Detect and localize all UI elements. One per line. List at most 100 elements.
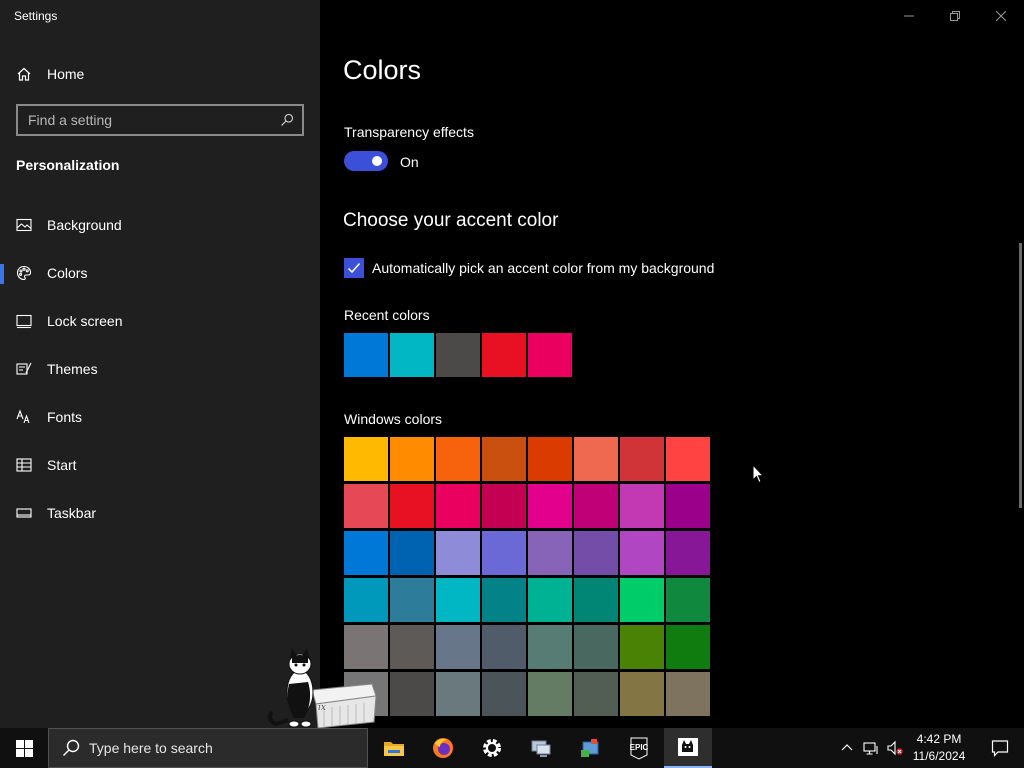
windows-color-swatch[interactable] [666, 625, 710, 669]
search-icon [63, 739, 80, 756]
windows-color-swatch[interactable] [390, 531, 434, 575]
network-status-button[interactable] [861, 728, 881, 768]
windows-color-swatch[interactable] [344, 578, 388, 622]
windows-color-swatch[interactable] [666, 672, 710, 716]
windows-color-swatch[interactable] [666, 437, 710, 481]
windows-color-swatch[interactable] [528, 531, 572, 575]
recent-color-swatch[interactable] [390, 333, 434, 377]
sidebar-item-lock-screen[interactable]: Lock screen [0, 303, 320, 339]
taskbar-app-control-panel[interactable] [566, 728, 614, 768]
windows-color-swatch[interactable] [436, 578, 480, 622]
recent-colors [344, 333, 572, 377]
picture-icon [16, 217, 32, 233]
sidebar-item-label: Themes [47, 361, 98, 377]
show-hidden-icons-button[interactable] [838, 728, 856, 768]
sidebar-item-fonts[interactable]: Fonts [0, 399, 320, 435]
windows-color-swatch[interactable] [528, 578, 572, 622]
windows-color-swatch[interactable] [620, 672, 664, 716]
windows-color-swatch[interactable] [436, 625, 480, 669]
sidebar-item-label: Lock screen [47, 313, 123, 329]
windows-color-swatch[interactable] [482, 437, 526, 481]
windows-color-swatch[interactable] [390, 437, 434, 481]
windows-color-swatch[interactable] [390, 578, 434, 622]
windows-color-swatch[interactable] [390, 625, 434, 669]
windows-color-swatch[interactable] [666, 578, 710, 622]
recent-color-swatch[interactable] [482, 333, 526, 377]
windows-color-swatch[interactable] [482, 531, 526, 575]
start-menu-icon [16, 457, 32, 473]
start-button[interactable] [0, 728, 48, 768]
windows-color-swatch[interactable] [482, 578, 526, 622]
windows-color-swatch[interactable] [436, 437, 480, 481]
windows-color-swatch[interactable] [528, 437, 572, 481]
windows-color-swatch[interactable] [390, 672, 434, 716]
search-icon[interactable] [280, 113, 294, 127]
recent-color-swatch[interactable] [344, 333, 388, 377]
windows-color-swatch[interactable] [620, 437, 664, 481]
minimize-button[interactable] [886, 0, 932, 32]
windows-color-swatch[interactable] [574, 625, 618, 669]
action-center-button[interactable] [976, 728, 1024, 768]
taskbar-app-settings[interactable] [468, 728, 516, 768]
windows-color-swatch[interactable] [344, 484, 388, 528]
windows-color-swatch[interactable] [574, 484, 618, 528]
windows-color-swatch[interactable] [528, 484, 572, 528]
auto-accent-checkbox[interactable] [344, 258, 364, 278]
windows-color-swatch[interactable] [620, 531, 664, 575]
sidebar-item-label: Taskbar [47, 505, 97, 521]
windows-color-swatch[interactable] [528, 672, 572, 716]
taskbar-app-file-explorer[interactable] [370, 728, 418, 768]
windows-color-swatch[interactable] [482, 672, 526, 716]
windows-color-swatch[interactable] [574, 578, 618, 622]
sidebar-item-themes[interactable]: Themes [0, 351, 320, 387]
recent-color-swatch[interactable] [528, 333, 572, 377]
windows-color-swatch[interactable] [620, 625, 664, 669]
windows-color-swatch[interactable] [482, 484, 526, 528]
sidebar-item-background[interactable]: Background [0, 207, 320, 243]
transparency-toggle[interactable] [344, 151, 388, 171]
sidebar-item-label: Fonts [47, 409, 83, 425]
windows-color-swatch[interactable] [528, 625, 572, 669]
windows-color-swatch[interactable] [574, 672, 618, 716]
taskbar-app-network-pc[interactable] [517, 728, 565, 768]
home-link[interactable]: Home [16, 63, 84, 85]
sidebar-item-start[interactable]: Start [0, 447, 320, 483]
windows-color-swatch[interactable] [574, 437, 618, 481]
sidebar-item-colors[interactable]: Colors [0, 255, 320, 291]
network-pc-icon [531, 740, 551, 757]
windows-color-swatch[interactable] [620, 484, 664, 528]
windows-color-swatch[interactable] [436, 484, 480, 528]
settings-search-box[interactable] [16, 104, 304, 136]
settings-search-input[interactable] [28, 112, 280, 128]
taskbar-clock[interactable]: 4:42 PM 11/6/2024 [905, 731, 973, 765]
chevron-up-icon [841, 744, 853, 751]
recent-color-swatch[interactable] [436, 333, 480, 377]
windows-color-swatch[interactable] [666, 531, 710, 575]
windows-color-swatch[interactable] [666, 484, 710, 528]
windows-color-swatch[interactable] [390, 484, 434, 528]
epic-games-label: EPIC [629, 743, 649, 752]
taskbar-app-desktop-pet[interactable] [664, 728, 712, 768]
windows-color-swatch[interactable] [344, 437, 388, 481]
taskbar-search-box[interactable]: Type here to search [48, 728, 368, 768]
close-button[interactable] [978, 0, 1024, 32]
section-title: Personalization [16, 157, 120, 173]
volume-button[interactable] [885, 728, 905, 768]
windows-color-swatch[interactable] [436, 531, 480, 575]
windows-color-swatch[interactable] [436, 672, 480, 716]
scrollbar[interactable] [1019, 243, 1022, 508]
taskbar-app-epic-games[interactable]: EPIC [615, 728, 663, 768]
restore-button[interactable] [932, 0, 978, 32]
file-explorer-icon [384, 742, 404, 756]
windows-color-swatch[interactable] [574, 531, 618, 575]
svg-text:ix: ix [318, 703, 326, 713]
taskbar-app-firefox[interactable] [419, 728, 467, 768]
palette-icon [16, 265, 32, 281]
auto-accent-option[interactable]: Automatically pick an accent color from … [344, 258, 714, 278]
sidebar-item-taskbar[interactable]: Taskbar [0, 495, 320, 531]
desktop-pet-cat-icon[interactable]: ix [264, 646, 379, 730]
windows-color-swatch[interactable] [620, 578, 664, 622]
windows-color-swatch[interactable] [344, 531, 388, 575]
app-title: Settings [14, 9, 58, 23]
windows-color-swatch[interactable] [482, 625, 526, 669]
